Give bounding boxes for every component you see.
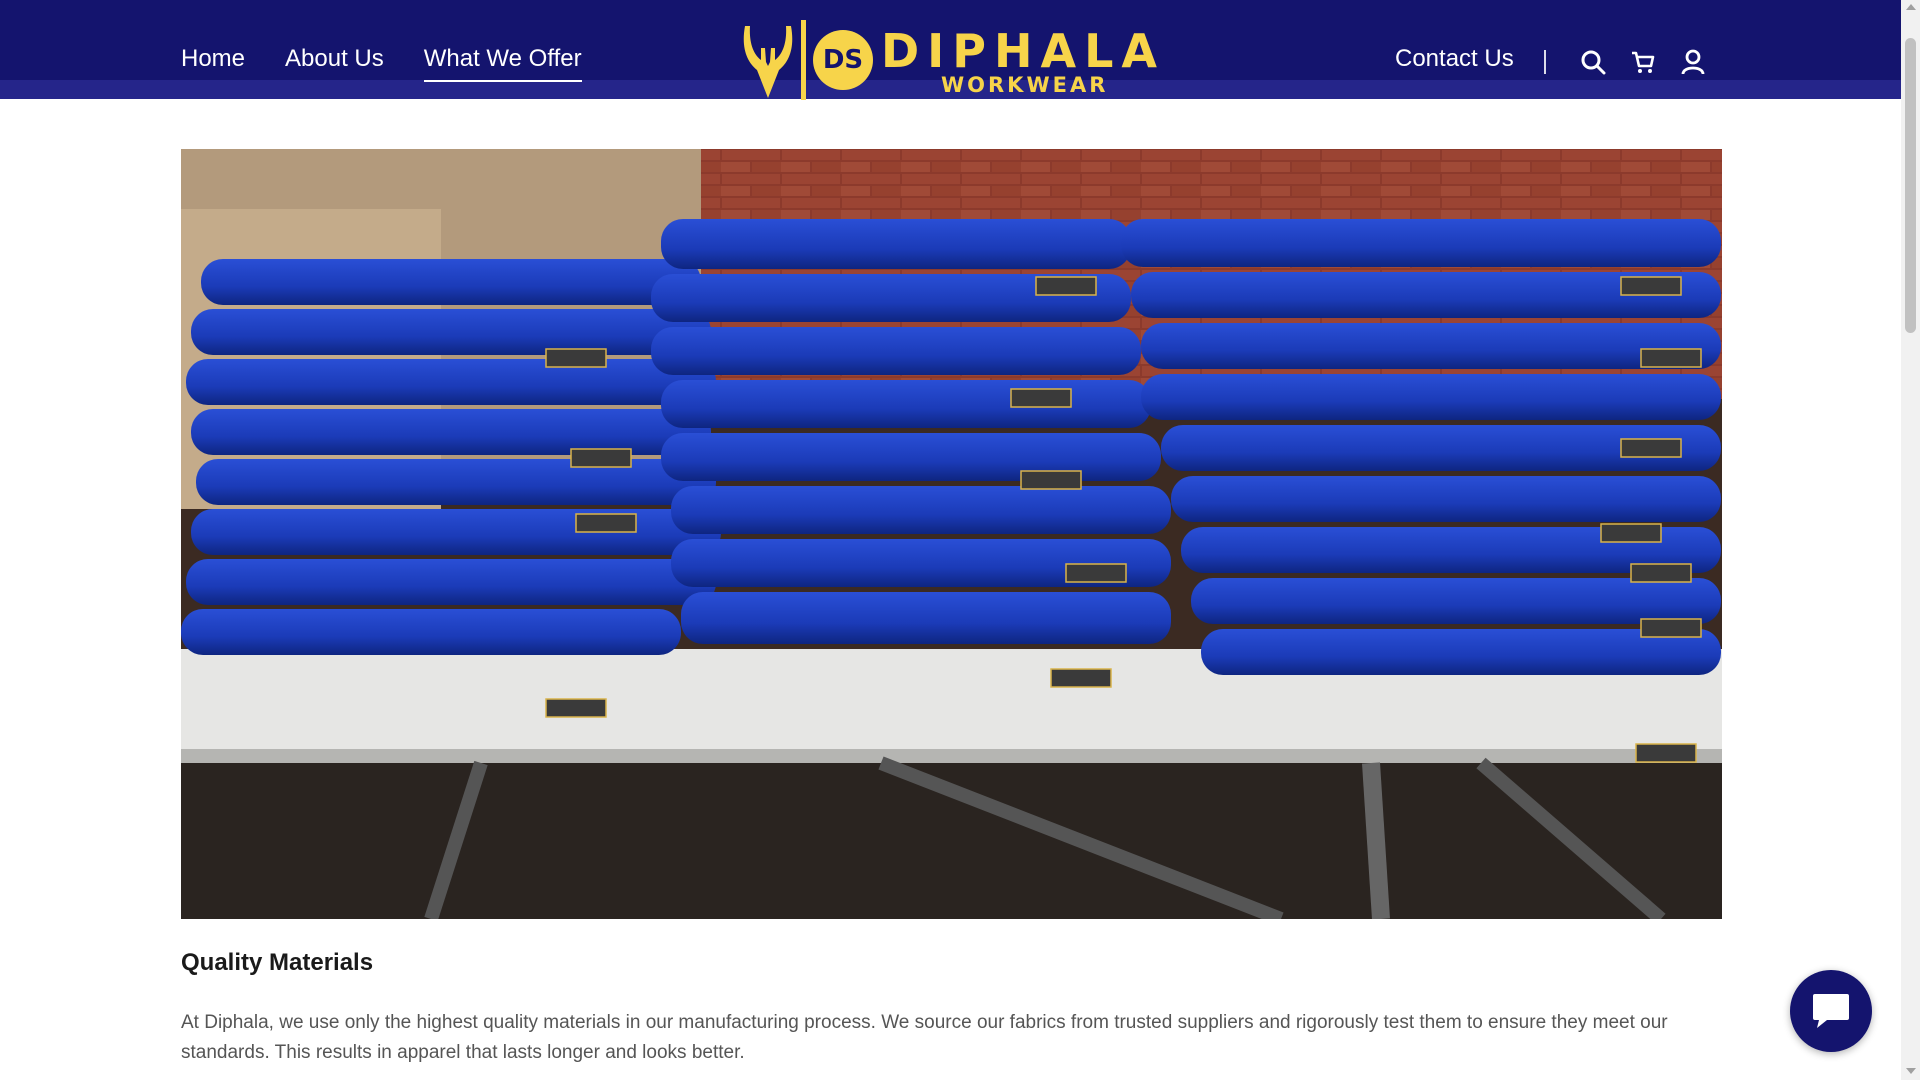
- nav-home-link[interactable]: Home: [181, 44, 245, 82]
- search-icon[interactable]: [1578, 47, 1608, 77]
- logo-name: DIPHALA: [881, 24, 1166, 78]
- workwear-stack-photo: [181, 149, 1722, 919]
- page: Home About Us What We Offer DS DIPHALA W…: [0, 0, 1901, 1080]
- logo-subtitle: WORKWEAR: [941, 73, 1109, 97]
- section-body: At Diphala, we use only the highest qual…: [181, 1012, 1668, 1063]
- site-logo[interactable]: DS DIPHALA WORKWEAR: [735, 18, 1165, 100]
- section-title: Quality Materials: [181, 949, 374, 976]
- antelope-logo-icon: [743, 26, 793, 98]
- scroll-up-arrow[interactable]: [1906, 4, 1916, 10]
- scroll-down-arrow[interactable]: [1906, 1068, 1916, 1074]
- hero-image: [181, 149, 1722, 919]
- nav-about-us-link[interactable]: About Us: [285, 44, 384, 82]
- site-header: Home About Us What We Offer DS DIPHALA W…: [0, 0, 1901, 100]
- chat-bubble-icon: [1813, 994, 1849, 1028]
- chat-button[interactable]: [1790, 970, 1872, 1052]
- logo-badge: DS: [813, 30, 873, 90]
- user-icon[interactable]: [1678, 47, 1708, 77]
- nav-contact-us-link[interactable]: Contact Us: [1395, 44, 1514, 80]
- secondary-nav: Contact Us: [1395, 44, 1728, 80]
- cart-icon[interactable]: [1628, 47, 1658, 77]
- logo-divider: [801, 20, 806, 100]
- page-scrollbar[interactable]: [1901, 0, 1920, 1080]
- scrollbar-thumb[interactable]: [1905, 38, 1916, 333]
- primary-nav: Home About Us What We Offer: [181, 44, 582, 82]
- nav-divider: [1543, 50, 1546, 74]
- nav-what-we-offer-link[interactable]: What We Offer: [423, 44, 582, 82]
